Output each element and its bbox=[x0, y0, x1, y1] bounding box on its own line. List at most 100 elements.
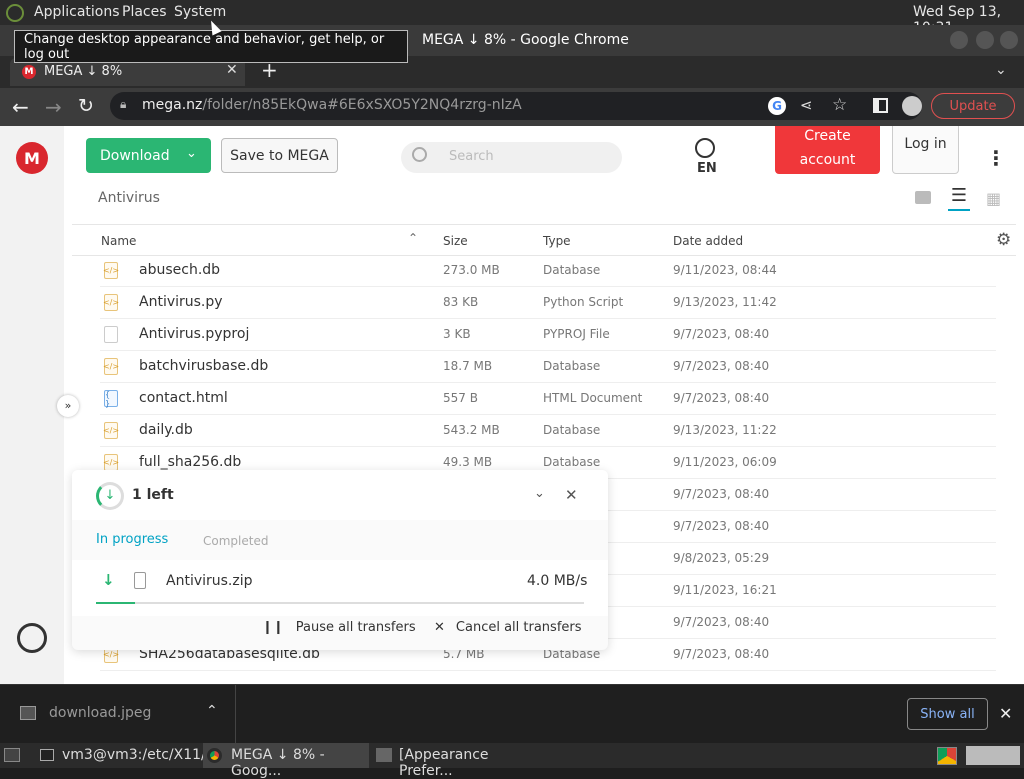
show-desktop-icon[interactable] bbox=[4, 748, 20, 762]
file-date: 9/7/2023, 08:40 bbox=[673, 519, 770, 533]
column-headers: Name ⌃ Size Type Date added ⚙ bbox=[72, 224, 1016, 256]
address-bar[interactable]: 🔒︎ mega.nz/folder/n85EkQwa#6E6xSXO5Y2NQ4… bbox=[110, 92, 922, 120]
appearance-icon bbox=[376, 748, 392, 762]
bookmark-star-icon[interactable]: ☆ bbox=[832, 95, 847, 115]
file-name: abusech.db bbox=[139, 262, 221, 278]
taskbar-item-terminal[interactable]: vm3@vm3:/etc/X11/... bbox=[36, 743, 219, 768]
mega-logo-icon[interactable]: M bbox=[16, 142, 48, 174]
places-menu[interactable]: Places bbox=[122, 4, 167, 20]
chevron-down-icon[interactable]: ⌄ bbox=[186, 146, 197, 161]
url-text: mega.nz/folder/n85EkQwa#6E6xSXO5Y2NQ4rzr… bbox=[142, 97, 522, 113]
table-row[interactable]: Antivirus.pyproj 3 KB PYPROJ File 9/7/2023,… bbox=[100, 319, 996, 351]
update-button[interactable]: Update bbox=[931, 93, 1015, 119]
tab-in-progress[interactable]: In progress bbox=[96, 532, 168, 547]
file-date: 9/13/2023, 11:22 bbox=[673, 423, 777, 437]
sort-arrow-icon[interactable]: ⌃ bbox=[408, 231, 418, 245]
globe-icon[interactable] bbox=[695, 138, 715, 158]
file-size: 543.2 MB bbox=[443, 423, 500, 437]
col-size[interactable]: Size bbox=[443, 234, 468, 248]
tab-title: MEGA ↓ 8% bbox=[44, 64, 123, 79]
transfer-panel: ↓ 1 left ⌄ ✕ In progress Completed ↓ Ant… bbox=[72, 470, 608, 650]
download-button[interactable]: Download ⌄ bbox=[86, 138, 211, 173]
col-name[interactable]: Name bbox=[101, 234, 136, 248]
cancel-all-button[interactable]: ✕ Cancel all transfers bbox=[434, 620, 582, 635]
tab-completed[interactable]: Completed bbox=[203, 534, 268, 548]
breadcrumb[interactable]: Antivirus bbox=[98, 190, 160, 206]
thumbnail-view-icon[interactable] bbox=[915, 191, 931, 204]
close-window-button[interactable] bbox=[1000, 31, 1018, 49]
create-account-button[interactable]: Create account bbox=[775, 126, 880, 174]
column-settings-icon[interactable]: ⚙ bbox=[996, 230, 1011, 250]
login-button[interactable]: Log in bbox=[892, 126, 959, 174]
forward-icon[interactable]: → bbox=[45, 95, 62, 119]
tab-search-icon[interactable]: ⌄ bbox=[995, 62, 1007, 78]
close-tab-icon[interactable]: ✕ bbox=[226, 62, 238, 78]
file-date: 9/7/2023, 08:40 bbox=[673, 615, 770, 629]
file-date: 9/11/2023, 08:44 bbox=[673, 263, 777, 277]
file-name: full_sha256.db bbox=[139, 454, 242, 470]
share-icon[interactable]: ⋖ bbox=[800, 96, 813, 114]
table-row[interactable]: { } contact.html 557 B HTML Document 9/7/202… bbox=[100, 383, 996, 415]
maximize-button[interactable] bbox=[976, 31, 994, 49]
lock-icon[interactable]: 🔒︎ bbox=[120, 97, 126, 112]
search-placeholder: Search bbox=[449, 149, 494, 164]
file-date: 9/11/2023, 16:21 bbox=[673, 583, 777, 597]
table-row[interactable]: </> batchvirusbase.db 18.7 MB Database 9/7/2… bbox=[100, 351, 996, 383]
close-shelf-icon[interactable]: ✕ bbox=[999, 704, 1012, 723]
file-type: Database bbox=[543, 263, 601, 277]
workspace-switcher[interactable] bbox=[966, 746, 1020, 765]
table-row[interactable]: </> abusech.db 273.0 MB Database 9/11/2023, … bbox=[100, 255, 996, 287]
sidepanel-icon[interactable] bbox=[873, 98, 888, 113]
taskbar-label: MEGA ↓ 8% - Goog... bbox=[231, 747, 325, 779]
transfer-count: 1 left bbox=[132, 487, 174, 503]
transfer-item[interactable]: ↓ Antivirus.zip 4.0 MB/s bbox=[72, 560, 608, 616]
more-menu-icon[interactable]: ⋮ bbox=[986, 146, 1006, 170]
download-progress-ring-icon: ↓ bbox=[96, 482, 124, 510]
back-icon[interactable]: ← bbox=[12, 95, 29, 119]
file-type: Python Script bbox=[543, 295, 624, 309]
show-all-button[interactable]: Show all bbox=[907, 698, 988, 730]
taskbar-item-chrome[interactable]: MEGA ↓ 8% - Goog... bbox=[203, 743, 369, 779]
download-item[interactable]: download.jpeg ⌃ bbox=[0, 685, 236, 744]
download-arrow-icon: ↓ bbox=[102, 571, 115, 589]
html-file-icon: { } bbox=[104, 390, 118, 408]
minimize-button[interactable] bbox=[950, 31, 968, 49]
show-all-label: Show all bbox=[920, 706, 975, 722]
generic-file-icon bbox=[104, 326, 118, 343]
language-label[interactable]: EN bbox=[697, 161, 717, 176]
pause-icon: ❙❙ bbox=[262, 620, 284, 635]
taskbar: vm3@vm3:/etc/X11/... MEGA ↓ 8% - Goog...… bbox=[0, 743, 1024, 779]
file-date: 9/8/2023, 05:29 bbox=[673, 551, 770, 565]
table-row[interactable]: </> Antivirus.py 83 KB Python Script 9/13/20… bbox=[100, 287, 996, 319]
file-date: 9/7/2023, 08:40 bbox=[673, 327, 770, 341]
profile-avatar-icon[interactable] bbox=[902, 96, 922, 116]
google-icon[interactable]: G bbox=[768, 97, 786, 115]
collapse-chevron-icon[interactable]: ⌄ bbox=[534, 486, 545, 501]
save-to-mega-button[interactable]: Save to MEGA bbox=[221, 138, 338, 173]
download-options-icon[interactable]: ⌃ bbox=[206, 703, 218, 719]
grid-view-icon[interactable]: ▦ bbox=[986, 189, 1001, 208]
login-label: Log in bbox=[904, 136, 947, 152]
file-date: 9/11/2023, 06:09 bbox=[673, 455, 777, 469]
list-view-icon[interactable]: ☰ bbox=[948, 187, 970, 211]
taskbar-item-appearance[interactable]: [Appearance Prefer... bbox=[372, 743, 542, 779]
zip-file-icon bbox=[134, 572, 146, 589]
pause-all-button[interactable]: ❙❙ Pause all transfers bbox=[262, 620, 416, 635]
table-row[interactable]: </> daily.db 543.2 MB Database 9/13/2023, 11… bbox=[100, 415, 996, 447]
file-date: 9/7/2023, 08:40 bbox=[673, 647, 770, 661]
search-field[interactable]: Search bbox=[401, 142, 622, 173]
system-menu[interactable]: System bbox=[174, 4, 226, 20]
taskbar-label: vm3@vm3:/etc/X11/... bbox=[62, 747, 220, 763]
close-panel-icon[interactable]: ✕ bbox=[565, 486, 578, 504]
reload-icon[interactable]: ↻ bbox=[78, 95, 94, 117]
col-type[interactable]: Type bbox=[543, 234, 571, 248]
applications-menu[interactable]: Applications bbox=[34, 4, 120, 20]
col-date[interactable]: Date added bbox=[673, 234, 743, 248]
file-type: Database bbox=[543, 359, 601, 373]
transfer-file-name: Antivirus.zip bbox=[166, 573, 253, 589]
gnome-icon[interactable] bbox=[6, 4, 24, 22]
download-shelf: download.jpeg ⌃ Show all ✕ bbox=[0, 684, 1024, 744]
url-path: /folder/n85EkQwa#6E6xSXO5Y2NQ4rzrg-nIzA bbox=[202, 97, 522, 113]
tray-chrome-icon[interactable] bbox=[937, 747, 957, 765]
transfer-progress-track bbox=[96, 602, 584, 604]
